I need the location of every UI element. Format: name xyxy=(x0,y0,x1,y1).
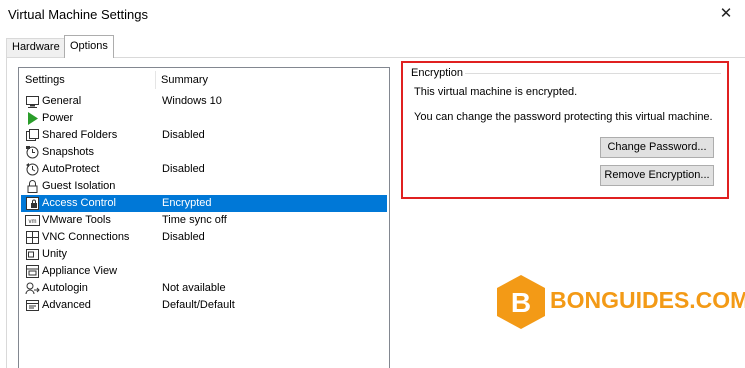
list-item-shared-folders[interactable]: Shared Folders Disabled xyxy=(21,127,387,144)
item-summary: Time sync off xyxy=(162,214,227,226)
item-label: Advanced xyxy=(42,299,91,311)
appliance-view-icon xyxy=(26,265,39,278)
item-label: AutoProtect xyxy=(42,163,100,175)
encrypted-status-text: This virtual machine is encrypted. xyxy=(414,86,578,98)
item-label: VMware Tools xyxy=(42,214,111,226)
item-label: Power xyxy=(42,112,74,124)
item-summary: Disabled xyxy=(162,129,205,141)
vmware-tools-icon: vm xyxy=(25,215,40,226)
item-label: General xyxy=(42,95,82,107)
summary-column-header[interactable]: Summary xyxy=(161,74,208,86)
item-summary: Windows 10 xyxy=(162,95,222,107)
list-item-snapshots[interactable]: Snapshots xyxy=(21,144,387,161)
shared-folders-icon xyxy=(26,129,39,141)
title-bar: Virtual Machine Settings ✕ xyxy=(0,0,745,31)
item-label: VNC Connections xyxy=(42,231,130,243)
list-item-guest-isolation[interactable]: Guest Isolation xyxy=(21,178,387,195)
close-icon[interactable]: ✕ xyxy=(711,2,741,28)
remove-encryption-button[interactable]: Remove Encryption... xyxy=(600,165,714,186)
tab-hardware[interactable]: Hardware xyxy=(6,38,66,57)
access-control-icon xyxy=(26,197,39,210)
list-item-vmware-tools[interactable]: vm VMware Tools Time sync off xyxy=(21,212,387,229)
change-password-hint: You can change the password protecting t… xyxy=(414,111,713,123)
list-item-autologin[interactable]: Autologin Not available xyxy=(21,280,387,297)
change-password-button[interactable]: Change Password... xyxy=(600,137,714,158)
list-item-unity[interactable]: Unity xyxy=(21,246,387,263)
window-title: Virtual Machine Settings xyxy=(8,7,148,22)
item-summary: Default/Default xyxy=(162,299,235,311)
item-label: Unity xyxy=(42,248,68,260)
vnc-icon xyxy=(26,231,39,244)
item-label: Access Control xyxy=(42,197,116,209)
group-border xyxy=(465,73,721,74)
tab-options[interactable]: Options xyxy=(64,35,114,58)
list-item-access-control[interactable]: Access Control Encrypted xyxy=(21,195,387,212)
item-label: Appliance View xyxy=(42,265,118,277)
list-item-vnc-connections[interactable]: VNC Connections Disabled xyxy=(21,229,387,246)
watermark: B BONGUIDES.COM xyxy=(495,274,745,330)
advanced-icon xyxy=(26,300,39,311)
column-divider[interactable] xyxy=(155,71,156,89)
list-item-autoprotect[interactable]: AutoProtect Disabled xyxy=(21,161,387,178)
item-summary: Not available xyxy=(162,282,226,294)
list-item-appliance-view[interactable]: Appliance View xyxy=(21,263,387,280)
autologin-icon xyxy=(25,282,40,295)
item-label: Shared Folders xyxy=(42,129,118,141)
item-summary: Disabled xyxy=(162,163,205,175)
autoprotect-icon xyxy=(26,163,39,176)
unity-icon xyxy=(26,249,39,260)
item-label: Autologin xyxy=(42,282,88,294)
list-item-power[interactable]: Power xyxy=(21,110,387,127)
item-label: Guest Isolation xyxy=(42,180,116,192)
power-icon xyxy=(28,112,38,125)
watermark-text: BONGUIDES.COM xyxy=(550,287,745,313)
lock-icon xyxy=(27,180,38,193)
watermark-letter: B xyxy=(511,287,531,318)
list-item-advanced[interactable]: Advanced Default/Default xyxy=(21,297,387,314)
item-label: Snapshots xyxy=(42,146,94,158)
general-icon xyxy=(26,96,39,108)
svg-text:vm: vm xyxy=(29,219,37,225)
settings-column-header[interactable]: Settings xyxy=(25,74,65,86)
list-item-general[interactable]: General Windows 10 xyxy=(21,93,387,110)
item-summary: Encrypted xyxy=(162,197,212,209)
watermark-logo-icon: B xyxy=(497,275,545,329)
snapshots-icon xyxy=(26,146,39,159)
item-summary: Disabled xyxy=(162,231,205,243)
settings-list[interactable]: Settings Summary General Windows 10 Powe… xyxy=(18,67,390,368)
encryption-group-title: Encryption xyxy=(410,67,464,79)
